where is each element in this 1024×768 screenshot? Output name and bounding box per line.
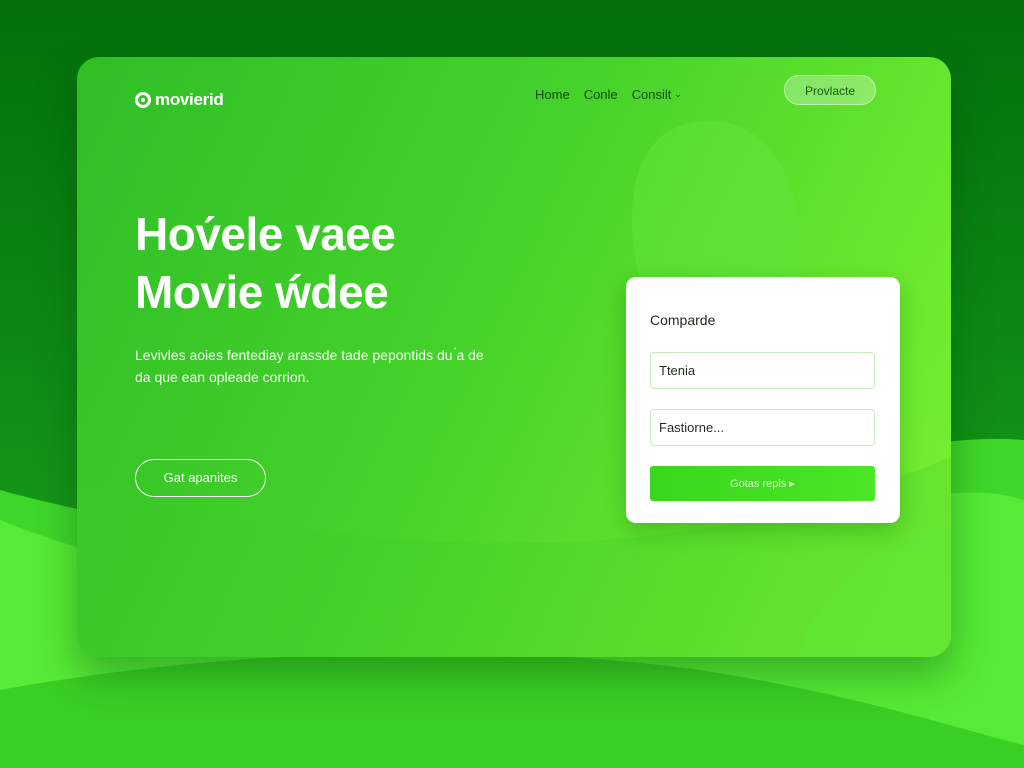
- form-field-1[interactable]: [650, 352, 875, 389]
- hero-card: movierid Home Conle Consilt ⌄ Provlacte …: [77, 57, 951, 657]
- form-title: Comparde: [650, 312, 716, 328]
- nav-item-label: Conle: [583, 87, 618, 102]
- nav-item-home[interactable]: Home: [535, 87, 570, 102]
- form-field-2[interactable]: [650, 409, 875, 446]
- header-cta-button[interactable]: Provlacte: [784, 75, 876, 105]
- logo-text: movierid: [155, 90, 224, 109]
- nav-item-label: Home: [535, 87, 570, 102]
- hero-title: Hov́ele vaee Movie ẃdee: [135, 205, 555, 321]
- nav-item-consilt-dropdown[interactable]: Consilt ⌄: [632, 87, 682, 102]
- hero-title-line-1: Hov́ele vaee: [135, 208, 396, 260]
- chevron-down-icon: ⌄: [674, 89, 682, 99]
- signup-form-card: Comparde Gotas repls ▸: [626, 277, 900, 523]
- hero-title-line-2: Movie ẃdee: [135, 266, 389, 318]
- hero-cta-button[interactable]: Gat apanites: [135, 459, 266, 497]
- nav-item-label: Consilt: [631, 87, 672, 102]
- form-submit-button[interactable]: Gotas repls ▸: [650, 466, 875, 501]
- nav-item-conle[interactable]: Conle: [584, 87, 618, 102]
- logo[interactable]: movierid: [135, 90, 224, 110]
- main-nav: Home Conle Consilt ⌄: [535, 87, 682, 102]
- hero-description: Levivles aoies fentediay arassde tade pe…: [135, 347, 484, 385]
- logo-icon: [135, 92, 151, 108]
